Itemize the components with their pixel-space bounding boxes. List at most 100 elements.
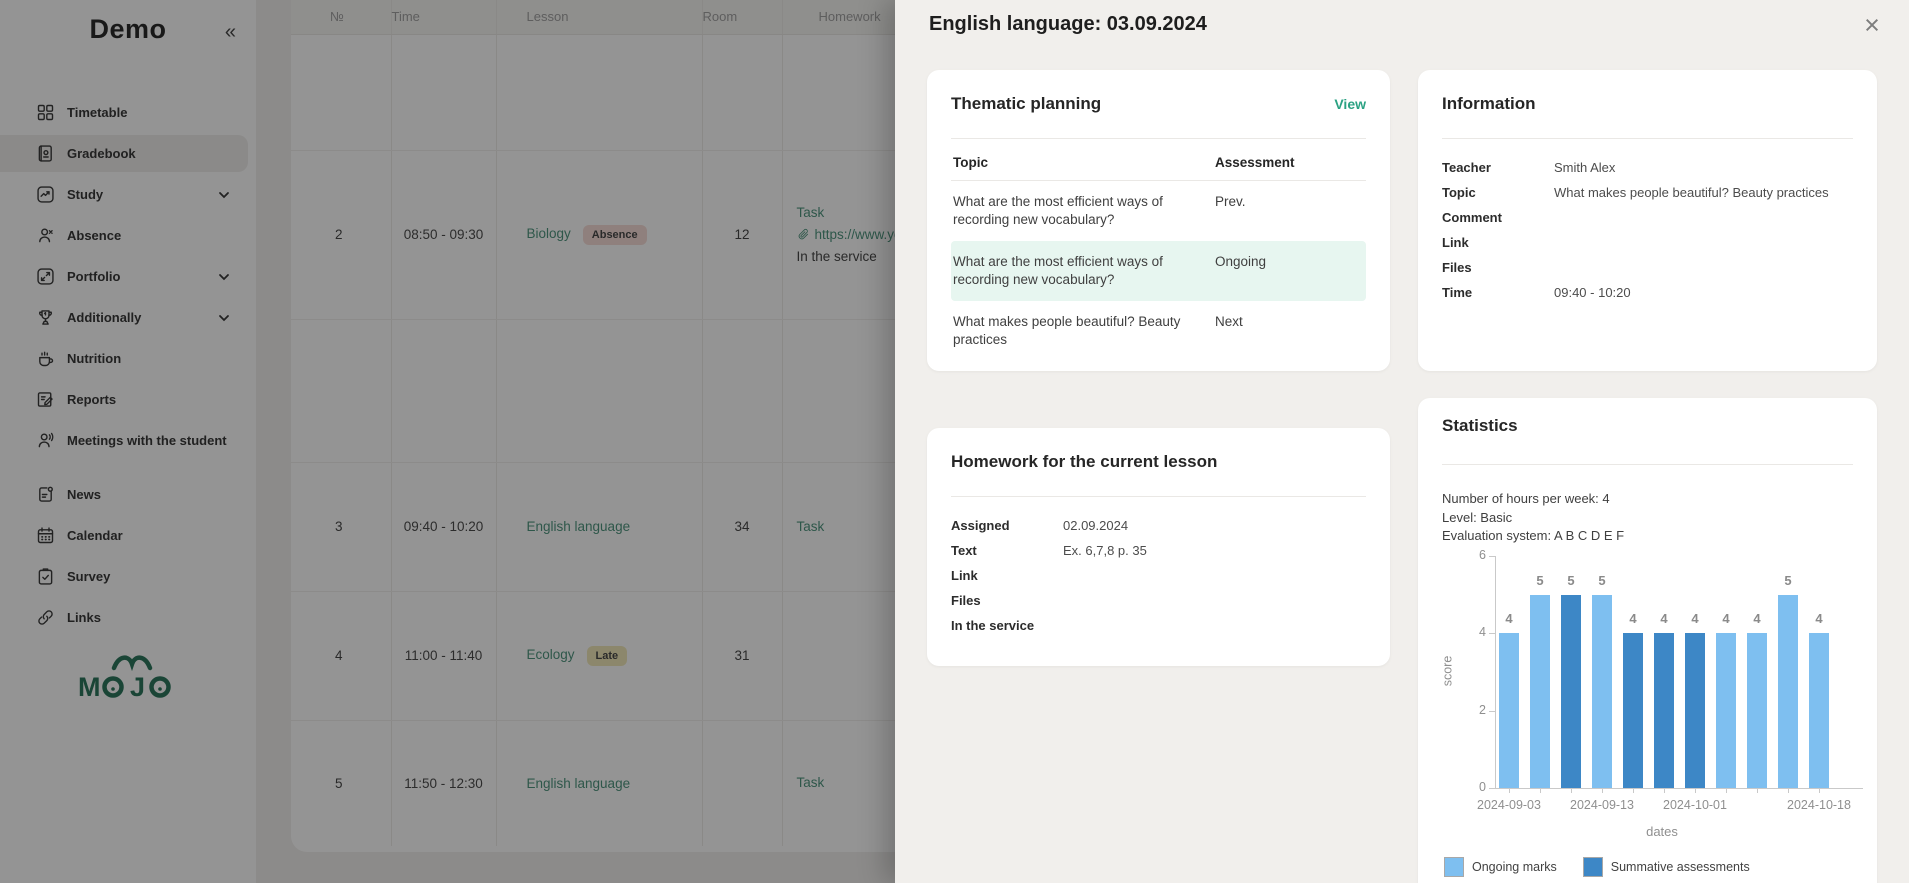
field-label: Files [951,588,1063,613]
bar-value-label: 5 [1773,573,1803,588]
homework-card-title: Homework for the current lesson [951,452,1217,472]
statistics-card-title: Statistics [1442,416,1518,436]
x-tick-label: 2024-10-01 [1649,798,1741,812]
statistics-meta-line: Number of hours per week: 4 [1442,490,1624,509]
field-row: Assigned02.09.2024 [951,513,1366,538]
field-label: In the service [951,613,1063,638]
bar-value-label: 5 [1587,573,1617,588]
statistics-meta-line: Level: Basic [1442,509,1624,528]
chart-bar [1592,595,1612,788]
chart-bar [1623,633,1643,788]
field-value: 09:40 - 10:20 [1554,280,1631,305]
legend-item: Ongoing marks [1444,857,1557,877]
x-axis-title: dates [1612,824,1712,839]
thematic-topic: What are the most efficient ways of reco… [953,193,1215,229]
field-label: Time [1442,280,1554,305]
bar-value-label: 5 [1556,573,1586,588]
field-row: In the service [951,613,1366,638]
x-tick-mark [1633,788,1634,793]
field-row: Files [951,588,1366,613]
close-icon[interactable]: × [1855,8,1889,42]
bar-value-label: 4 [1680,611,1710,626]
chart-bar [1685,633,1705,788]
x-axis-line [1495,788,1863,789]
x-tick-mark [1819,788,1820,793]
field-label: Assigned [951,513,1063,538]
divider [1442,464,1853,465]
thematic-row: What are the most efficient ways of reco… [951,241,1366,301]
x-tick-mark [1571,788,1572,793]
field-label: Link [1442,230,1554,255]
information-card-title: Information [1442,94,1536,114]
x-tick-mark [1602,788,1603,793]
y-axis-line [1495,556,1496,788]
field-row: Link [951,563,1366,588]
score-bar-chart: 024642024-09-035552024-09-134442024-10-0… [1418,556,1877,883]
bar-value-label: 4 [1711,611,1741,626]
field-label: Topic [1442,180,1554,205]
field-row: Files [1442,255,1853,280]
x-tick-label: 2024-09-03 [1463,798,1555,812]
x-tick-mark [1695,788,1696,793]
y-tick-label: 6 [1464,548,1486,562]
field-row: Time09:40 - 10:20 [1442,280,1853,305]
thematic-topic: What are the most efficient ways of reco… [953,253,1215,289]
chart-bar [1716,633,1736,788]
lesson-detail-panel: English language: 03.09.2024 × Thematic … [895,0,1909,883]
legend-label: Ongoing marks [1472,860,1557,874]
divider [1442,138,1853,139]
chart-bar [1747,633,1767,788]
y-tick-mark [1489,633,1495,634]
field-value: 02.09.2024 [1063,513,1128,538]
y-tick-label: 4 [1464,625,1486,639]
bar-value-label: 4 [1649,611,1679,626]
chart-bar [1530,595,1550,788]
chart-bar [1778,595,1798,788]
field-row: TopicWhat makes people beautiful? Beauty… [1442,180,1853,205]
thematic-row: What makes people beautiful? Beauty prac… [951,301,1366,361]
y-tick-label: 2 [1464,703,1486,717]
bar-value-label: 4 [1804,611,1834,626]
field-label: Comment [1442,205,1554,230]
x-tick-mark [1757,788,1758,793]
x-tick-mark [1664,788,1665,793]
field-row: Link [1442,230,1853,255]
y-tick-label: 0 [1464,780,1486,794]
chart-legend: Ongoing marks Summative assessments [1444,857,1776,877]
legend-item: Summative assessments [1583,857,1750,877]
statistics-meta: Number of hours per week: 4Level: BasicE… [1442,490,1624,546]
field-label: Text [951,538,1063,563]
x-tick-mark [1726,788,1727,793]
column-header-assessment: Assessment [1215,155,1364,170]
thematic-assessment: Ongoing [1215,253,1364,289]
field-value: What makes people beautiful? Beauty prac… [1554,180,1829,205]
field-row: Comment [1442,205,1853,230]
legend-swatch [1444,857,1464,877]
field-label: Teacher [1442,155,1554,180]
thematic-row: What are the most efficient ways of reco… [951,181,1366,241]
y-axis-title: score [1440,656,1454,687]
bar-value-label: 4 [1618,611,1648,626]
field-value: Ex. 6,7,8 p. 35 [1063,538,1147,563]
y-tick-mark [1489,711,1495,712]
x-tick-mark [1788,788,1789,793]
x-tick-label: 2024-09-13 [1556,798,1648,812]
field-row: TeacherSmith Alex [1442,155,1853,180]
bar-value-label: 4 [1494,611,1524,626]
panel-title: English language: 03.09.2024 [929,13,1207,36]
thematic-table-header: Topic Assessment [951,139,1366,181]
chart-bar [1654,633,1674,788]
thematic-assessment: Prev. [1215,193,1364,229]
chart-bar [1809,633,1829,788]
bar-value-label: 5 [1525,573,1555,588]
statistics-meta-line: Evaluation system: A B C D E F [1442,527,1624,546]
information-card: Information TeacherSmith AlexTopicWhat m… [1418,70,1877,371]
thematic-planning-card: Thematic planning View Topic Assessment … [927,70,1390,371]
bar-value-label: 4 [1742,611,1772,626]
thematic-topic: What makes people beautiful? Beauty prac… [953,313,1215,349]
field-label: Files [1442,255,1554,280]
divider [951,496,1366,497]
x-tick-label: 2024-10-18 [1773,798,1865,812]
view-link[interactable]: View [1334,96,1366,112]
field-row: TextEx. 6,7,8 p. 35 [951,538,1366,563]
